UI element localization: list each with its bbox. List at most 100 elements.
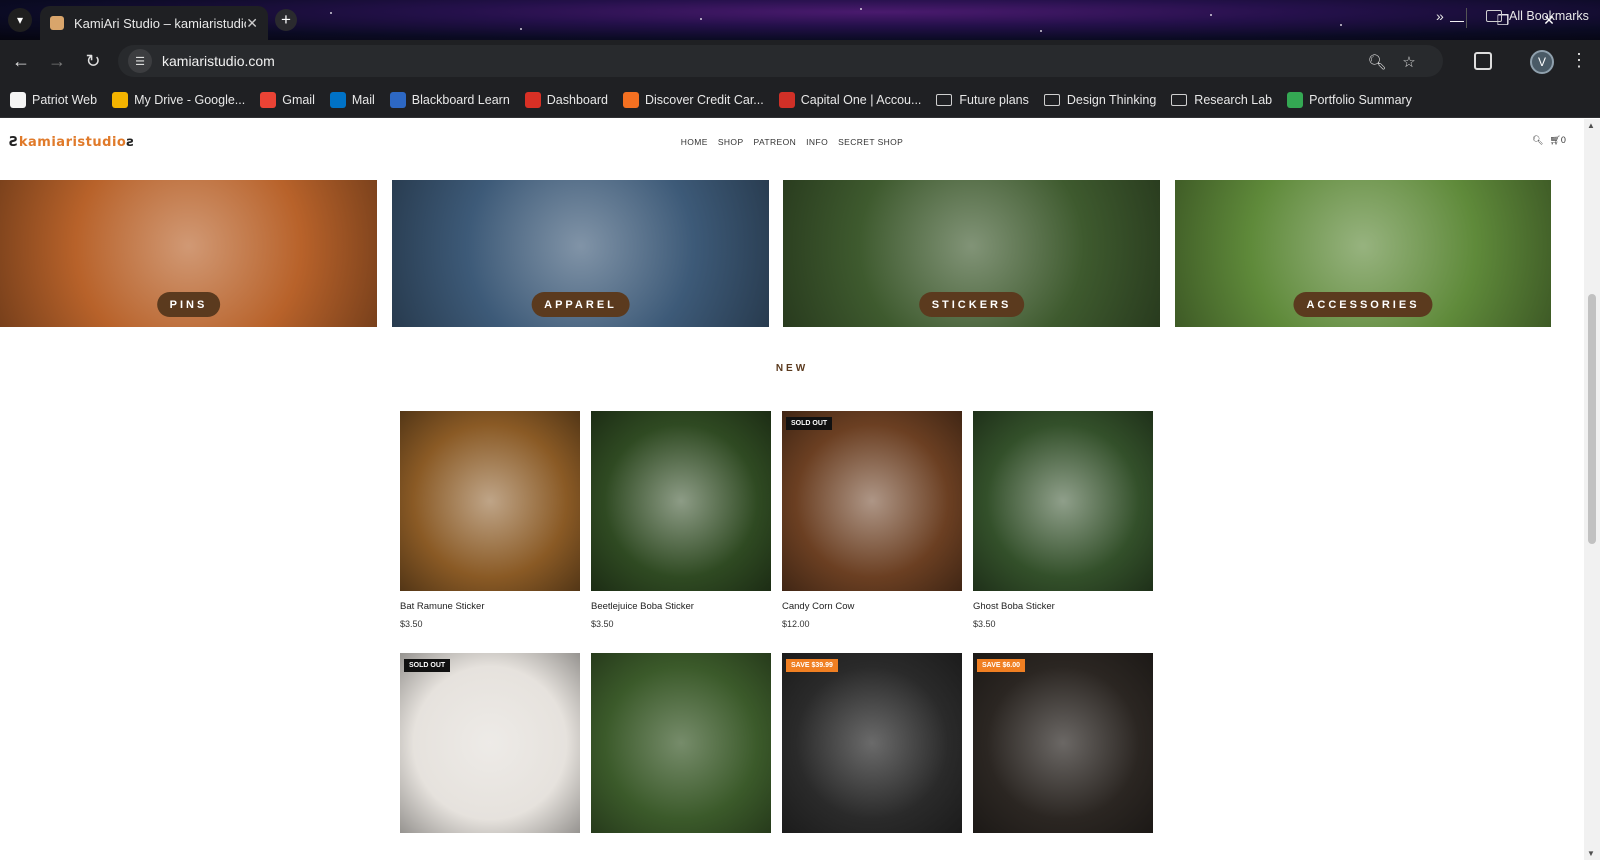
cart-icon[interactable]: 🛒︎0 (1549, 135, 1571, 145)
bookmark-item[interactable]: Blackboard Learn (389, 91, 510, 108)
extensions-icon[interactable] (1474, 52, 1492, 70)
bookmark-item[interactable]: Gmail (260, 91, 315, 108)
bookmark-label: My Drive - Google... (134, 92, 246, 107)
folder-icon (1043, 93, 1060, 106)
product-price: $3.50 (400, 619, 423, 629)
product-card[interactable]: Beetlejuice Boba Sticker $3.50 (591, 411, 771, 629)
address-bar[interactable]: ☰ kamiaristudio.com 🔍︎ ☆ (118, 45, 1443, 77)
nav-link-patreon[interactable]: PATREON (754, 137, 797, 147)
url-text[interactable]: kamiaristudio.com (162, 53, 275, 69)
bookmarks-overflow-icon[interactable]: » (1436, 8, 1444, 24)
background-star (330, 12, 332, 14)
all-bookmarks-button[interactable]: All Bookmarks (1486, 9, 1589, 23)
product-price: $3.50 (973, 619, 996, 629)
category-tile-accessories[interactable]: ACCESSORIES (1175, 180, 1551, 327)
bookmark-label: Discover Credit Car... (644, 92, 764, 107)
product-name[interactable]: Candy Corn Cow (782, 601, 962, 612)
search-icon[interactable]: 🔍︎ (1532, 135, 1543, 145)
product-image[interactable] (591, 653, 771, 833)
product-card[interactable]: SOLD OUT Candy Corn Cow $12.00 (782, 411, 962, 629)
zoom-icon[interactable]: 🔍︎ (1366, 51, 1388, 73)
bookmark-item[interactable]: Discover Credit Car... (622, 91, 764, 108)
sale-badge: SAVE $39.99 (786, 659, 838, 672)
product-name[interactable]: Ghost Boba Sticker (973, 601, 1153, 612)
bookmark-label: Dashboard (546, 92, 608, 107)
bookmark-item[interactable]: Design Thinking (1043, 93, 1156, 107)
tab-title: KamiAri Studio – kamiaristudio (74, 15, 247, 31)
product-image[interactable] (400, 411, 580, 591)
back-button[interactable]: ← (8, 48, 34, 74)
bookmark-star-icon[interactable]: ☆ (1398, 51, 1420, 73)
bookmark-favicon-icon (260, 91, 277, 108)
category-tile-apparel[interactable]: APPAREL (392, 180, 769, 327)
scroll-up-icon[interactable]: ▲ (1587, 121, 1595, 130)
bookmarks-bar: Patriot Web My Drive - Google... Gmail Mail… (0, 82, 1600, 118)
product-image[interactable] (591, 411, 771, 591)
nav-link-home[interactable]: HOME (681, 137, 708, 147)
all-bookmarks-label: All Bookmarks (1509, 9, 1589, 23)
product-image[interactable]: SAVE $6.00 (973, 653, 1153, 833)
bookmark-item[interactable]: My Drive - Google... (112, 91, 246, 108)
bookmark-label: Patriot Web (32, 92, 98, 107)
reload-button[interactable]: ↻ (80, 48, 106, 74)
cart-count: 0 (1560, 135, 1566, 145)
category-label: STICKERS (918, 292, 1025, 317)
folder-icon (936, 93, 953, 106)
bookmark-item[interactable]: Dashboard (524, 91, 608, 108)
product-card[interactable]: SAVE $6.00 (973, 653, 1153, 833)
product-card[interactable]: Bat Ramune Sticker $3.50 (400, 411, 580, 629)
bookmark-favicon-icon (10, 91, 26, 108)
scrollbar-thumb[interactable] (1588, 294, 1596, 544)
sold-out-badge: SOLD OUT (786, 417, 833, 430)
product-card[interactable] (591, 653, 771, 833)
bookmark-item[interactable]: Mail (329, 91, 375, 108)
new-tab-button[interactable]: + (275, 9, 297, 31)
product-image[interactable] (973, 411, 1153, 591)
scroll-down-icon[interactable]: ▼ (1587, 849, 1595, 858)
nav-link-shop[interactable]: SHOP (718, 137, 744, 147)
bookmark-item[interactable]: Portfolio Summary (1287, 91, 1412, 108)
product-name[interactable]: Bat Ramune Sticker (400, 601, 580, 612)
bookmark-item[interactable]: Capital One | Accou... (778, 91, 921, 108)
bookmark-label: Future plans (959, 92, 1029, 107)
tab-search-button[interactable]: ▾ (8, 8, 32, 32)
main-nav: HOME SHOP PATREON INFO SECRET SHOP (0, 137, 1584, 147)
bookmark-favicon-icon (622, 91, 639, 108)
bookmark-label: Research Lab (1194, 92, 1273, 107)
bookmark-item[interactable]: Future plans (936, 92, 1029, 107)
background-star (700, 18, 702, 20)
bookmark-item[interactable]: Research Lab (1171, 93, 1272, 107)
product-image[interactable]: SOLD OUT (782, 411, 962, 591)
product-card[interactable]: Ghost Boba Sticker $3.50 (973, 411, 1153, 629)
sold-out-badge: SOLD OUT (404, 659, 451, 672)
sale-badge: SAVE $6.00 (977, 659, 1026, 672)
category-label: APPAREL (531, 292, 630, 317)
bookmark-item[interactable]: Patriot Web (10, 91, 98, 108)
product-image[interactable]: SOLD OUT (400, 653, 580, 833)
bookmarks-divider (1466, 8, 1467, 28)
close-tab-icon[interactable]: ✕ (246, 15, 258, 32)
product-price: $12.00 (782, 619, 810, 629)
background-star (1040, 30, 1042, 32)
category-tile-stickers[interactable]: STICKERS (783, 180, 1160, 327)
site-header: Ƨkamiaristudioƨ HOME SHOP PATREON INFO SECRE… (0, 119, 1584, 167)
browser-menu-icon[interactable]: ⋮ (1570, 50, 1588, 71)
site-info-icon[interactable]: ☰ (128, 49, 152, 73)
product-card[interactable]: SAVE $39.99 (782, 653, 962, 833)
active-tab[interactable]: KamiAri Studio – kamiaristudio ✕ (40, 6, 268, 40)
background-star (860, 8, 862, 10)
product-card[interactable]: SOLD OUT (400, 653, 580, 833)
forward-button[interactable]: → (44, 48, 70, 74)
profile-avatar[interactable]: V (1530, 50, 1554, 74)
product-name[interactable]: Beetlejuice Boba Sticker (591, 601, 771, 612)
nav-link-info[interactable]: INFO (806, 137, 828, 147)
bookmark-label: Mail (351, 92, 375, 107)
new-section-heading: NEW (775, 363, 809, 374)
category-tile-pins[interactable]: PINS (0, 180, 377, 327)
page-scrollbar[interactable]: ▲ ▼ (1584, 119, 1600, 860)
product-image[interactable]: SAVE $39.99 (782, 653, 962, 833)
nav-link-secret-shop[interactable]: SECRET SHOP (838, 137, 903, 147)
category-label: ACCESSORIES (1293, 292, 1433, 317)
bookmark-label: Gmail (282, 92, 315, 107)
chevron-down-icon: ▾ (16, 13, 24, 27)
